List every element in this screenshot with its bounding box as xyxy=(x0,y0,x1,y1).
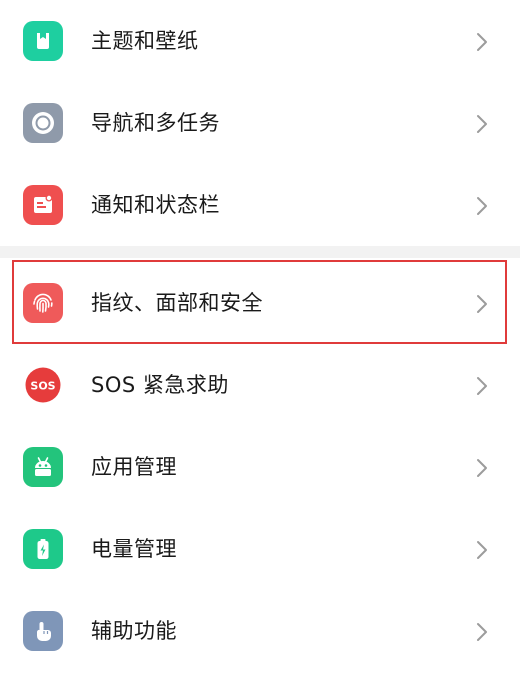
settings-item-label: 通知和状态栏 xyxy=(91,193,220,217)
settings-item-notification-statusbar[interactable]: 通知和状态栏 xyxy=(0,164,520,246)
hand-icon xyxy=(23,611,63,651)
settings-item-label: 电量管理 xyxy=(91,537,177,561)
settings-item-label: 指纹、面部和安全 xyxy=(91,291,263,315)
chevron-right-icon xyxy=(477,33,487,51)
chevron-right-icon xyxy=(477,541,487,559)
settings-group-display: 主题和壁纸 导航和多任务 通知和状态栏 xyxy=(0,0,520,246)
settings-item-label: SOS 紧急求助 xyxy=(91,373,229,397)
settings-item-app-management[interactable]: 应用管理 xyxy=(0,426,520,508)
chevron-right-icon xyxy=(477,623,487,641)
fingerprint-icon xyxy=(23,283,63,323)
android-icon xyxy=(23,447,63,487)
settings-item-label: 主题和壁纸 xyxy=(91,29,199,53)
settings-item-navigation-multitask[interactable]: 导航和多任务 xyxy=(0,82,520,164)
navigation-icon xyxy=(23,103,63,143)
settings-item-label: 导航和多任务 xyxy=(91,111,220,135)
settings-item-sos-emergency[interactable]: SOS SOS 紧急求助 xyxy=(0,344,520,426)
notification-icon xyxy=(23,185,63,225)
settings-item-battery-management[interactable]: 电量管理 xyxy=(0,508,520,590)
theme-icon xyxy=(23,21,63,61)
chevron-right-icon xyxy=(477,459,487,477)
settings-item-label: 应用管理 xyxy=(91,455,177,479)
chevron-right-icon xyxy=(477,197,487,215)
sos-badge-text: SOS xyxy=(30,380,55,393)
settings-item-label: 辅助功能 xyxy=(91,619,177,643)
chevron-right-icon xyxy=(477,295,487,313)
settings-item-theme-wallpaper[interactable]: 主题和壁纸 xyxy=(0,0,520,82)
chevron-right-icon xyxy=(477,377,487,395)
sos-icon: SOS xyxy=(23,365,63,405)
settings-item-fingerprint-face-security[interactable]: 指纹、面部和安全 xyxy=(0,262,520,344)
section-divider xyxy=(0,246,520,258)
battery-icon xyxy=(23,529,63,569)
settings-group-system: 指纹、面部和安全 SOS SOS 紧急求助 应用管理 电量管理 辅助功能 xyxy=(0,258,520,674)
settings-item-accessibility[interactable]: 辅助功能 xyxy=(0,590,520,672)
chevron-right-icon xyxy=(477,115,487,133)
